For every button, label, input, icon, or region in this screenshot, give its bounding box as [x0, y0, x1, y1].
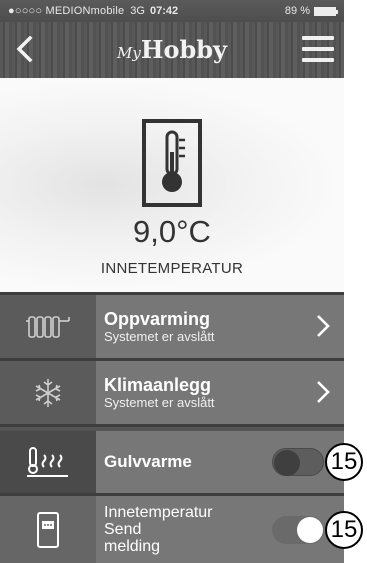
row-title: Oppvarming	[104, 308, 211, 329]
row-notify: Innetemperatur Send melding	[0, 496, 344, 563]
toggle-knob	[297, 517, 323, 543]
gulvvarme-toggle[interactable]	[272, 448, 324, 476]
hamburger-menu-icon	[302, 36, 334, 40]
clock: 07:42	[149, 5, 179, 17]
callout-marker: 15	[325, 443, 363, 481]
row-subtitle: Systemet er avslått	[104, 394, 215, 410]
brand-logo: MyHobby	[0, 35, 344, 64]
battery-icon	[314, 6, 338, 16]
chevron-right-icon	[317, 381, 330, 403]
status-bar: ●○○○○ MEDIONmobile 3G 07:42 89 %	[0, 0, 344, 22]
battery-status: 89 %	[284, 5, 338, 17]
phone-message-icon	[37, 511, 59, 548]
app-header: MyHobby	[0, 22, 344, 78]
floor-heating-icon	[27, 447, 68, 477]
notify-toggle[interactable]	[272, 516, 324, 544]
temperature-value: 9,0°C	[133, 214, 211, 249]
row-klimaanlegg[interactable]: Klimaanlegg Systemet er avslått	[0, 361, 344, 424]
carrier-label: ●○○○○ MEDIONmobile	[8, 5, 125, 17]
row-subtitle: Systemet er avslått	[104, 328, 215, 344]
temperature-panel: 9,0°C INNETEMPERATUR	[0, 78, 344, 292]
row-title: Klimaanlegg	[104, 374, 212, 395]
battery-percent: 89 %	[284, 5, 310, 17]
divider	[0, 424, 344, 427]
temperature-label: INNETEMPERATUR	[100, 260, 244, 277]
app-screen: ●○○○○ MEDIONmobile 3G 07:42 89 % MyHobby	[0, 0, 344, 563]
chevron-right-icon	[317, 315, 330, 337]
toggle-knob	[274, 450, 300, 476]
row-gulvvarme: Gulvvarme	[0, 431, 344, 493]
row-oppvarming[interactable]: Oppvarming Systemet er avslått	[0, 295, 344, 358]
thermometer-icon	[142, 119, 202, 207]
brand-script: My	[116, 44, 141, 62]
brand-word: Hobby	[140, 35, 228, 64]
network-type: 3G	[130, 5, 145, 17]
snowflake-icon	[35, 378, 61, 407]
callout-marker: 15	[325, 511, 363, 549]
radiator-icon	[26, 315, 70, 338]
menu-button[interactable]	[302, 36, 334, 62]
